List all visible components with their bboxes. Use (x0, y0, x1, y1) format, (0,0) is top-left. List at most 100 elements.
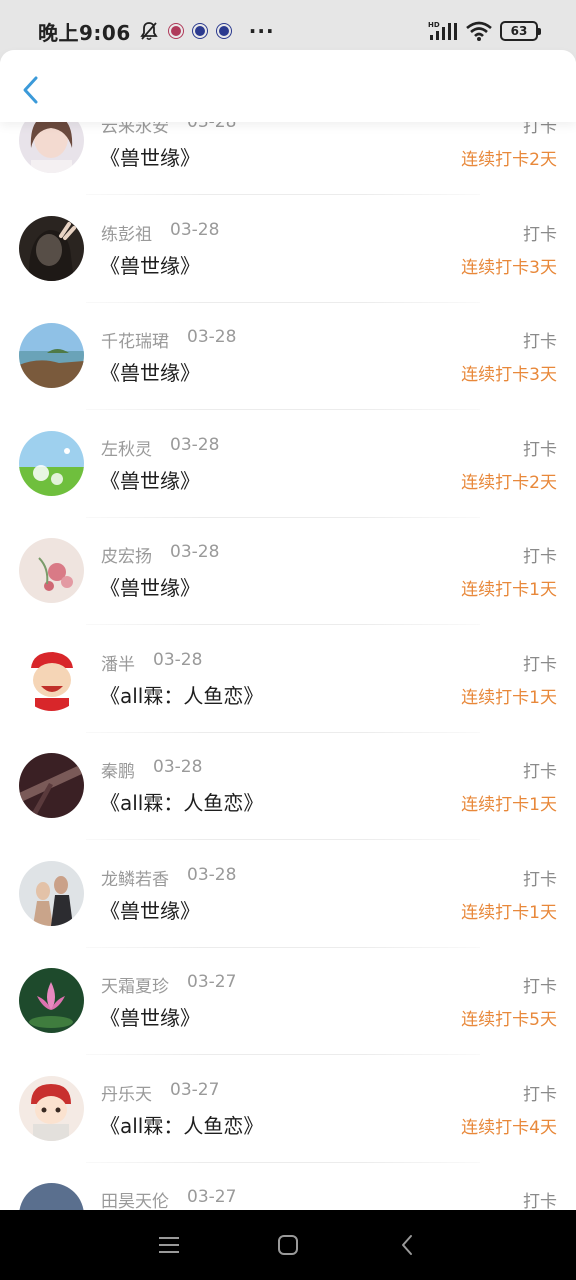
checkin-label: 打卡 (523, 1084, 557, 1105)
checkin-label: 打卡 (523, 122, 557, 137)
username: 天霜夏珍 (101, 977, 169, 997)
chevron-left-icon (23, 76, 38, 104)
username: 秦鹏 (101, 762, 135, 782)
checkin-date: 03-28 (170, 434, 220, 455)
book-title[interactable]: 《all霖：人鱼恋》 (100, 1110, 263, 1139)
list-item[interactable]: 龙鳞若香 03-28 《兽世缘》 打卡 连续打卡1天 (0, 860, 576, 969)
book-title[interactable]: 《兽世缘》 (100, 142, 200, 171)
checkin-date: 03-28 (153, 757, 203, 777)
book-title[interactable]: 《兽世缘》 (100, 250, 200, 279)
list-item[interactable]: 天霜夏珍 03-27 《兽世缘》 打卡 连续打卡5天 (0, 968, 576, 1076)
hd-badge: HD (428, 21, 440, 29)
divider (86, 516, 480, 518)
checkin-label: 打卡 (523, 224, 557, 245)
streak-label: 连续打卡2天 (461, 472, 557, 493)
system-nav-bar (0, 1210, 576, 1280)
streak-label: 连续打卡3天 (461, 365, 557, 385)
list-item[interactable]: 云来永安 03-28 《兽世缘》 打卡 连续打卡2天 (0, 122, 576, 216)
wifi-icon (466, 21, 492, 41)
checkin-date: 03-28 (153, 649, 203, 670)
checkin-label: 打卡 (523, 762, 557, 782)
item-meta: 田昊天伦 03-27 (101, 1187, 236, 1210)
avatar[interactable] (19, 753, 84, 818)
list-item[interactable]: 练彭祖 03-28 《兽世缘》 打卡 连续打卡3天 (0, 215, 576, 324)
avatar[interactable] (19, 538, 84, 603)
avatar[interactable] (19, 860, 84, 926)
checkin-label: 打卡 (523, 977, 557, 997)
divider (86, 946, 480, 948)
username: 丹乐天 (101, 1084, 152, 1105)
checkin-label: 打卡 (523, 439, 557, 460)
list-item[interactable]: 皮宏扬 03-28 《兽世缘》 打卡 连续打卡1天 (0, 538, 576, 646)
list-item[interactable]: 潘半 03-28 《all霖：人鱼恋》 打卡 连续打卡1天 (0, 645, 576, 754)
checkin-date: 03-27 (187, 1187, 237, 1207)
username: 左秋灵 (101, 439, 152, 460)
divider (86, 1054, 480, 1055)
avatar[interactable] (19, 215, 84, 281)
divider (86, 409, 480, 410)
book-title[interactable]: 《兽世缘》 (100, 465, 200, 494)
checkin-date: 03-28 (187, 327, 237, 347)
checkin-list[interactable]: 云来永安 03-28 《兽世缘》 打卡 连续打卡2天 练彭祖 03-28 《兽世… (0, 122, 576, 1210)
avatar[interactable] (19, 323, 84, 388)
book-title[interactable]: 《兽世缘》 (100, 357, 200, 386)
item-meta: 潘半 03-28 (101, 650, 202, 675)
list-item[interactable]: 左秋灵 03-28 《兽世缘》 打卡 连续打卡2天 (0, 430, 576, 539)
username: 潘半 (101, 654, 135, 675)
divider (86, 731, 480, 733)
book-title[interactable]: 《all霖：人鱼恋》 (100, 680, 263, 709)
item-meta: 云来永安 03-28 (101, 122, 236, 137)
checkin-date: 03-28 (187, 864, 237, 885)
back-triangle-icon (401, 1235, 412, 1255)
more-notifications-icon: ··· (248, 19, 275, 43)
home-button[interactable] (268, 1225, 308, 1265)
book-title[interactable]: 《all霖：人鱼恋》 (100, 787, 263, 816)
item-meta: 龙鳞若香 03-28 (101, 865, 236, 890)
list-item[interactable]: 田昊天伦 03-27 打卡 (0, 1183, 576, 1210)
avatar[interactable] (19, 645, 84, 711)
signal-icon: HD (428, 21, 457, 40)
item-meta: 左秋灵 03-28 (101, 435, 219, 460)
menu-button[interactable] (149, 1225, 189, 1265)
home-icon (277, 1235, 298, 1255)
streak-label: 连续打卡5天 (461, 1010, 557, 1030)
streak-label: 连续打卡1天 (461, 795, 557, 815)
username: 田昊天伦 (101, 1192, 169, 1210)
item-meta: 千花瑞珺 03-28 (101, 327, 236, 352)
checkin-date: 03-27 (170, 1079, 220, 1100)
divider (86, 194, 480, 195)
book-title[interactable]: 《兽世缘》 (100, 572, 200, 601)
checkin-label: 打卡 (523, 332, 557, 352)
divider (86, 624, 480, 625)
system-back-button[interactable] (387, 1225, 427, 1265)
back-button[interactable] (14, 72, 48, 108)
avatar[interactable] (19, 968, 84, 1033)
list-item[interactable]: 秦鹏 03-28 《all霖：人鱼恋》 打卡 连续打卡1天 (0, 753, 576, 861)
list-item[interactable]: 丹乐天 03-27 《all霖：人鱼恋》 打卡 连续打卡4天 (0, 1075, 576, 1184)
checkin-label: 打卡 (523, 654, 557, 675)
status-notification-icons: ··· (139, 19, 275, 43)
avatar[interactable] (19, 122, 84, 173)
streak-label: 连续打卡3天 (461, 257, 557, 278)
list-item[interactable]: 千花瑞珺 03-28 《兽世缘》 打卡 连续打卡3天 (0, 323, 576, 431)
item-meta: 丹乐天 03-27 (101, 1080, 219, 1105)
book-title[interactable]: 《兽世缘》 (100, 895, 200, 924)
item-meta: 天霜夏珍 03-27 (101, 972, 236, 997)
divider (86, 301, 480, 303)
menu-icon (159, 1237, 180, 1253)
book-title[interactable]: 《兽世缘》 (100, 1002, 200, 1031)
divider (86, 1161, 480, 1163)
avatar[interactable] (19, 1075, 84, 1141)
avatar[interactable] (19, 1183, 84, 1210)
app-notification-icon (192, 24, 207, 38)
checkin-label: 打卡 (523, 547, 557, 567)
app-notification-icon (216, 24, 231, 38)
username: 练彭祖 (101, 224, 152, 245)
avatar[interactable] (19, 430, 84, 496)
streak-label: 连续打卡4天 (461, 1117, 557, 1138)
status-right-icons: HD 63 (428, 20, 541, 42)
username: 千花瑞珺 (101, 332, 169, 352)
app-notification-icon (168, 24, 183, 38)
item-meta: 皮宏扬 03-28 (101, 542, 219, 567)
username: 龙鳞若香 (101, 869, 169, 890)
